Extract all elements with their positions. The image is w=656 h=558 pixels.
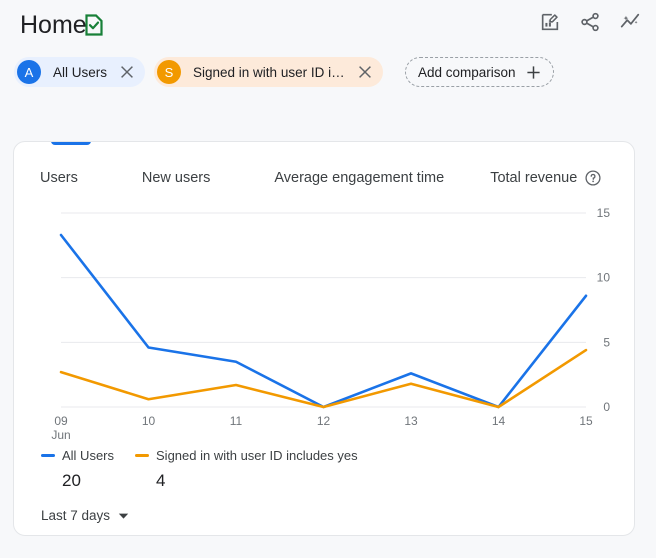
tab-users[interactable]: Users — [40, 170, 78, 186]
x-axis-tick-label: 11 — [230, 414, 243, 428]
y-axis-tick-label: 10 — [597, 271, 611, 285]
comparison-chip-signed-in-user-id[interactable]: S Signed in with user ID in… — [154, 57, 383, 87]
chart-series-line — [61, 235, 586, 407]
y-axis-tick-label: 0 — [603, 400, 610, 414]
tab-label: Average engagement time — [274, 170, 444, 186]
x-axis-month-label: Jun — [51, 428, 70, 442]
x-axis-tick-label: 14 — [492, 414, 506, 428]
legend-label: All Users — [62, 448, 114, 463]
x-axis-tick-label: 13 — [404, 414, 418, 428]
insights-icon[interactable] — [618, 10, 642, 34]
tab-label: Users — [40, 170, 78, 186]
chip-avatar: A — [17, 60, 41, 84]
y-axis-tick-label: 15 — [597, 206, 611, 220]
help-circle-icon[interactable] — [585, 170, 601, 186]
page-header: Home — [0, 0, 656, 52]
share-icon[interactable] — [578, 10, 602, 34]
legend-item-signed-in-user-id[interactable]: Signed in with user ID includes yes 4 — [135, 447, 358, 491]
x-axis-tick-label: 09 — [54, 414, 68, 428]
comparison-chip-row: A All Users S Signed in with user ID in…… — [14, 57, 554, 87]
plus-icon — [526, 65, 541, 80]
legend-item-all-users[interactable]: All Users 20 — [41, 447, 114, 491]
tab-average-engagement-time[interactable]: Average engagement time — [274, 170, 444, 186]
x-axis-tick-label: 12 — [317, 414, 331, 428]
metric-tabs: Users New users Average engagement time … — [40, 170, 601, 186]
tab-new-users[interactable]: New users — [142, 170, 211, 186]
date-range-label: Last 7 days — [41, 508, 110, 523]
close-icon[interactable] — [117, 62, 137, 82]
legend-value: 20 — [62, 471, 114, 491]
legend-value: 4 — [156, 471, 358, 491]
edit-report-icon[interactable] — [538, 10, 562, 34]
chart-series-line — [61, 350, 586, 407]
users-line-chart: 0 5 10 15 09 10 11 12 13 14 15 Jun — [14, 202, 635, 452]
legend-label: Signed in with user ID includes yes — [156, 448, 358, 463]
metrics-card: Users New users Average engagement time … — [13, 141, 635, 536]
add-comparison-label: Add comparison — [418, 65, 516, 80]
tab-label: Total revenue — [490, 170, 577, 186]
chip-label: Signed in with user ID in… — [181, 65, 355, 80]
chart-legend: All Users 20 Signed in with user ID incl… — [41, 447, 358, 491]
legend-color-swatch — [41, 454, 55, 457]
header-actions — [538, 10, 642, 34]
add-comparison-button[interactable]: Add comparison — [405, 57, 554, 87]
date-range-selector[interactable]: Last 7 days — [41, 508, 129, 523]
chevron-down-icon — [118, 512, 129, 520]
x-axis-tick-label: 15 — [579, 414, 593, 428]
close-icon[interactable] — [355, 62, 375, 82]
tab-total-revenue[interactable]: Total revenue — [490, 170, 601, 186]
page-title: Home — [20, 9, 87, 41]
legend-color-swatch — [135, 454, 149, 457]
x-axis-tick-label: 10 — [142, 414, 156, 428]
chart-svg: 0 5 10 15 09 10 11 12 13 14 15 Jun — [14, 202, 635, 452]
chip-avatar: S — [157, 60, 181, 84]
report-verified-icon — [84, 14, 104, 36]
y-axis-tick-label: 5 — [603, 335, 610, 349]
chip-label: All Users — [41, 65, 117, 80]
comparison-chip-all-users[interactable]: A All Users — [14, 57, 145, 87]
tab-label: New users — [142, 170, 211, 186]
active-tab-indicator — [51, 141, 91, 145]
